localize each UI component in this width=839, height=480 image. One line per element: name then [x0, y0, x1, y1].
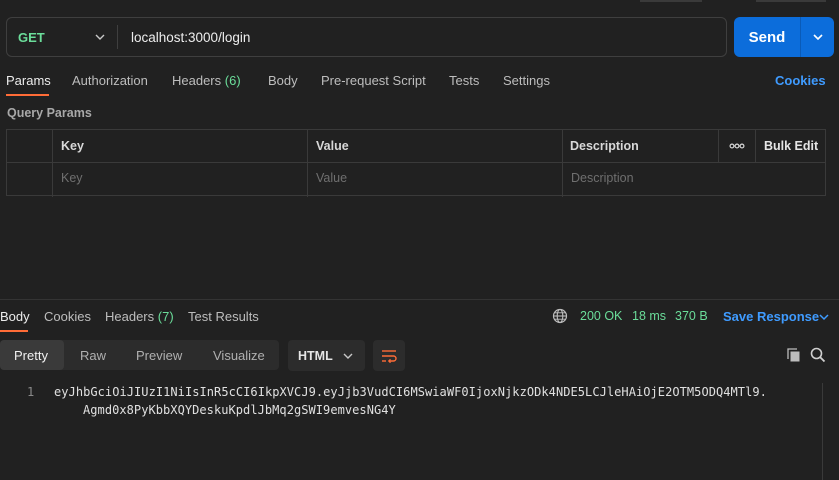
url-bar: GET localhost:3000/login [6, 17, 727, 57]
view-pretty-button[interactable]: Pretty [14, 348, 48, 363]
view-raw-button[interactable]: Raw [80, 348, 106, 363]
method-select[interactable]: GET [7, 18, 117, 56]
bulk-edit-button[interactable]: Bulk Edit [764, 139, 818, 153]
search-icon[interactable] [810, 347, 826, 363]
response-tab-headers-label: Headers [105, 309, 155, 324]
table-divider [718, 130, 719, 163]
column-header-value: Value [316, 139, 349, 153]
view-visualize-button[interactable]: Visualize [213, 348, 265, 363]
copy-icon[interactable] [786, 347, 802, 363]
query-params-title: Query Params [7, 106, 92, 120]
description-input[interactable]: Description [571, 171, 634, 185]
tab-settings[interactable]: Settings [503, 73, 550, 88]
table-divider [307, 130, 308, 197]
globe-icon[interactable] [552, 308, 568, 324]
response-tab-test-results[interactable]: Test Results [188, 309, 259, 324]
cookies-link[interactable]: Cookies [775, 73, 826, 88]
method-label: GET [18, 29, 45, 45]
query-params-table: Key Value Description Bulk Edit Key Valu… [6, 129, 826, 197]
more-horizontal-icon[interactable] [729, 143, 745, 149]
format-label: HTML [298, 348, 333, 363]
tab-headers-label: Headers [172, 73, 222, 88]
headers-count: (6) [224, 73, 241, 88]
tab-tests[interactable]: Tests [449, 73, 479, 88]
response-tab-headers[interactable]: Headers (7) [105, 309, 174, 324]
value-input[interactable]: Value [316, 171, 347, 185]
key-input[interactable]: Key [61, 171, 83, 185]
response-time[interactable]: 18 ms [632, 309, 666, 323]
table-divider [7, 162, 825, 163]
line-number: 1 [27, 385, 35, 399]
save-response-button[interactable]: Save Response [723, 309, 819, 324]
save-response-label: Save Response [723, 309, 820, 324]
response-tab-cookies[interactable]: Cookies [44, 309, 91, 324]
send-button[interactable]: Send [734, 17, 800, 57]
tab-body[interactable]: Body [268, 73, 298, 88]
column-header-description: Description [570, 139, 639, 153]
response-divider [0, 299, 839, 300]
view-preview-button[interactable]: Preview [136, 348, 182, 363]
top-strip [640, 0, 702, 2]
format-select[interactable]: HTML [288, 340, 365, 371]
tab-headers[interactable]: Headers (6) [172, 73, 241, 88]
tab-pre-request-script[interactable]: Pre-request Script [321, 73, 426, 88]
chevron-down-icon [812, 34, 823, 41]
code-line: eyJhbGciOiJIUzI1NiIsInR5cCI6IkpXVCJ9.eyJ… [54, 385, 767, 399]
wrap-lines-icon [382, 349, 397, 363]
wrap-lines-button[interactable] [373, 340, 405, 371]
chevron-down-icon [343, 353, 353, 359]
table-divider [562, 130, 563, 197]
url-input[interactable]: localhost:3000/login [118, 30, 250, 45]
active-tab-indicator [6, 94, 49, 96]
scrollbar-track[interactable] [822, 383, 823, 480]
response-headers-count: (7) [157, 309, 174, 324]
send-options-button[interactable] [800, 17, 834, 57]
response-size[interactable]: 370 B [675, 309, 708, 323]
tab-params[interactable]: Params [6, 73, 51, 88]
table-divider [755, 130, 756, 163]
top-strip [756, 0, 826, 2]
column-header-key: Key [61, 139, 84, 153]
chevron-down-icon [95, 34, 105, 40]
chevron-down-icon[interactable] [819, 312, 829, 322]
response-tab-body[interactable]: Body [0, 309, 30, 324]
active-tab-indicator [0, 330, 28, 332]
status-code[interactable]: 200 OK [580, 309, 622, 323]
code-line-wrapped: Agmd0x8PyKbbXQYDeskuKpdlJbMq2gSWI9emvesN… [83, 403, 396, 417]
tab-authorization[interactable]: Authorization [72, 73, 148, 88]
table-divider [52, 130, 53, 197]
